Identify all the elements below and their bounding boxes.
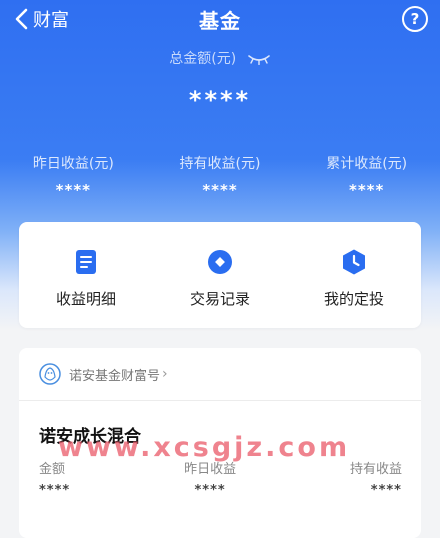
stat-label: 持有收益(元) [179,156,261,172]
fund-metric-amount: 金额 **** [39,458,70,498]
stat-holding: 持有收益(元) **** [147,153,294,199]
provider-name: 诺安基金财富号 [69,368,161,384]
stat-value: **** [202,181,238,199]
stat-value: **** [348,181,385,199]
metric-label: 金额 [39,462,66,477]
action-label: 我的定投 [323,290,384,308]
eye-closed-icon[interactable] [247,53,271,65]
my-auto-invest-button[interactable]: 我的定投 [287,222,421,328]
back-button[interactable]: 财富 [14,6,69,32]
page-title: 基金 [199,8,241,33]
fund-metric-yesterday: 昨日收益 **** [184,458,236,498]
stat-cumulative: 累计收益(元) **** [293,153,440,199]
fund-card: 诺安基金财富号 › 诺安成长混合 金额 **** 昨日收益 **** 持有收益 … [19,348,421,538]
chevron-right-icon: › [162,366,168,382]
clock-icon [343,249,365,275]
total-amount-label-row: 总金额(元) [0,48,440,68]
help-icon[interactable]: ? [402,6,428,32]
back-label: 财富 [33,10,69,31]
nav-bar: 财富 基金 ? [0,0,440,38]
transaction-records-button[interactable]: 交易记录 [153,222,287,328]
fund-name[interactable]: 诺安成长混合 [39,422,141,447]
fund-metric-holding: 持有收益 **** [350,458,402,498]
stat-label: 累计收益(元) [326,156,408,172]
stat-label: 昨日收益(元) [32,156,114,172]
income-details-button[interactable]: 收益明细 [19,222,153,328]
lion-logo-icon [39,363,61,385]
fund-metrics: 金额 **** 昨日收益 **** 持有收益 **** [39,458,402,498]
document-icon [76,250,96,274]
stat-value: **** [55,181,92,199]
metric-label: 持有收益 [349,462,402,477]
help-label: ? [410,10,420,28]
stat-yesterday: 昨日收益(元) **** [0,153,147,199]
earnings-stats: 昨日收益(元) **** 持有收益(元) **** 累计收益(元) **** [0,153,440,199]
record-icon [208,250,232,274]
total-amount-value: **** [188,86,252,114]
action-label: 收益明细 [55,290,116,308]
quick-actions-card: 收益明细 交易记录 我的定投 [19,222,421,328]
metric-value: **** [370,483,402,498]
metric-label: 昨日收益 [184,462,237,477]
total-amount-label: 总金额(元) [169,51,237,67]
provider-link[interactable]: 诺安基金财富号 › [19,348,421,401]
metric-value: **** [39,483,71,498]
chevron-left-icon [15,8,28,30]
metric-value: **** [194,483,226,498]
action-label: 交易记录 [189,290,250,308]
